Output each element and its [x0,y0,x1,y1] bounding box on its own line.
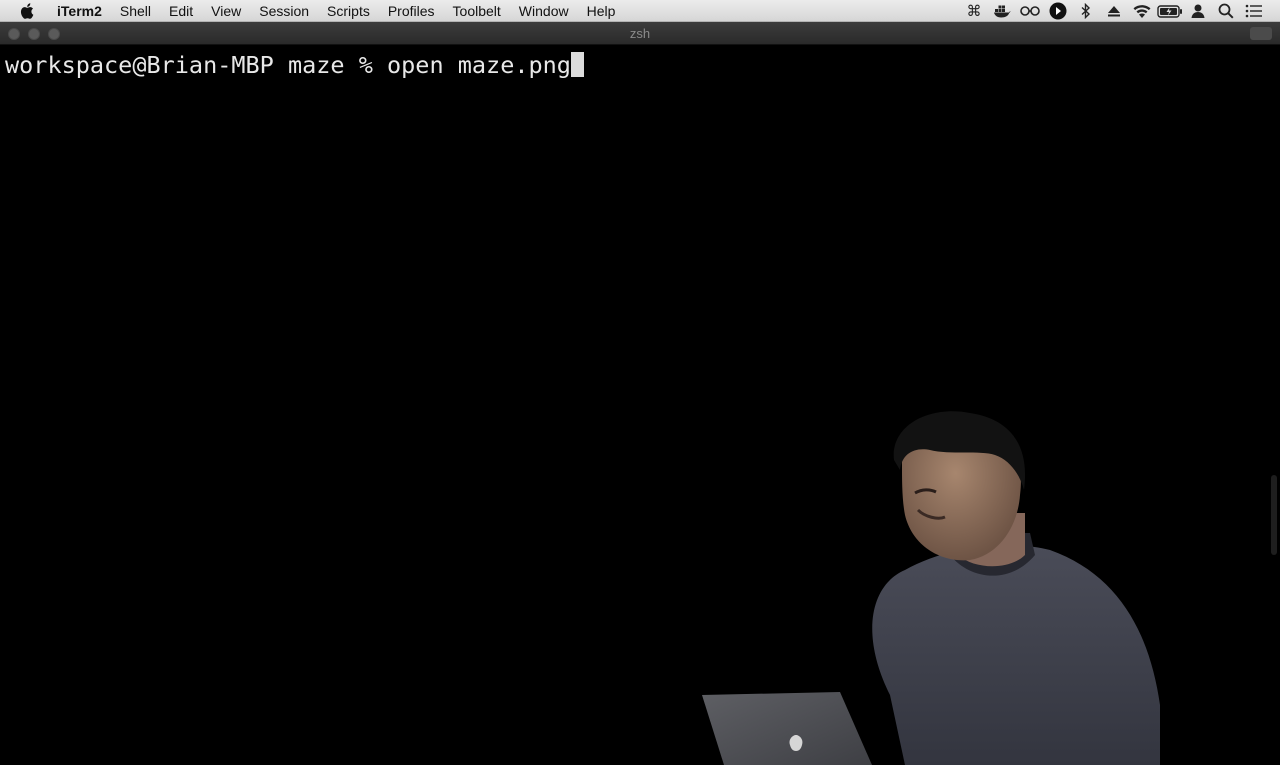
notification-center-icon[interactable] [1240,0,1268,22]
menu-window[interactable]: Window [510,0,578,22]
user-icon[interactable] [1184,0,1212,22]
battery-icon[interactable] [1156,0,1184,22]
typed-command: open maze.png [387,51,571,79]
text-cursor [570,52,584,77]
apple-menu-icon[interactable] [16,0,38,22]
menu-scripts[interactable]: Scripts [318,0,379,22]
menu-toolbelt[interactable]: Toolbelt [444,0,510,22]
menu-app-iterm2[interactable]: iTerm2 [48,0,111,22]
menu-help[interactable]: Help [578,0,625,22]
scrollbar-thumb[interactable] [1271,475,1277,555]
window-title: zsh [629,26,651,41]
window-titlebar[interactable]: zsh [0,22,1280,45]
terminal-session[interactable]: workspace@Brian-MBP maze % open maze.png [0,45,1280,765]
search-icon[interactable] [1212,0,1240,22]
docker-icon[interactable] [988,0,1016,22]
wifi-icon[interactable] [1128,0,1156,22]
menu-bar: iTerm2 Shell Edit View Session Scripts P… [0,0,1280,22]
menu-profiles[interactable]: Profiles [379,0,444,22]
command-line: workspace@Brian-MBP maze % open maze.png [5,51,584,79]
status-menu-area: ⌘ [960,0,1280,22]
glasses-icon[interactable] [1016,0,1044,22]
menu-view[interactable]: View [202,0,250,22]
menu-edit[interactable]: Edit [160,0,202,22]
bluetooth-icon[interactable] [1072,0,1100,22]
window-shortcut-badge [1250,27,1272,40]
play-circle-icon[interactable] [1044,0,1072,22]
command-key-icon[interactable]: ⌘ [960,0,988,22]
eject-icon[interactable] [1100,0,1128,22]
menu-shell[interactable]: Shell [111,0,160,22]
shell-prompt: workspace@Brian-MBP maze % [5,51,388,79]
menu-session[interactable]: Session [250,0,318,22]
presenter-video-overlay [702,411,1160,765]
